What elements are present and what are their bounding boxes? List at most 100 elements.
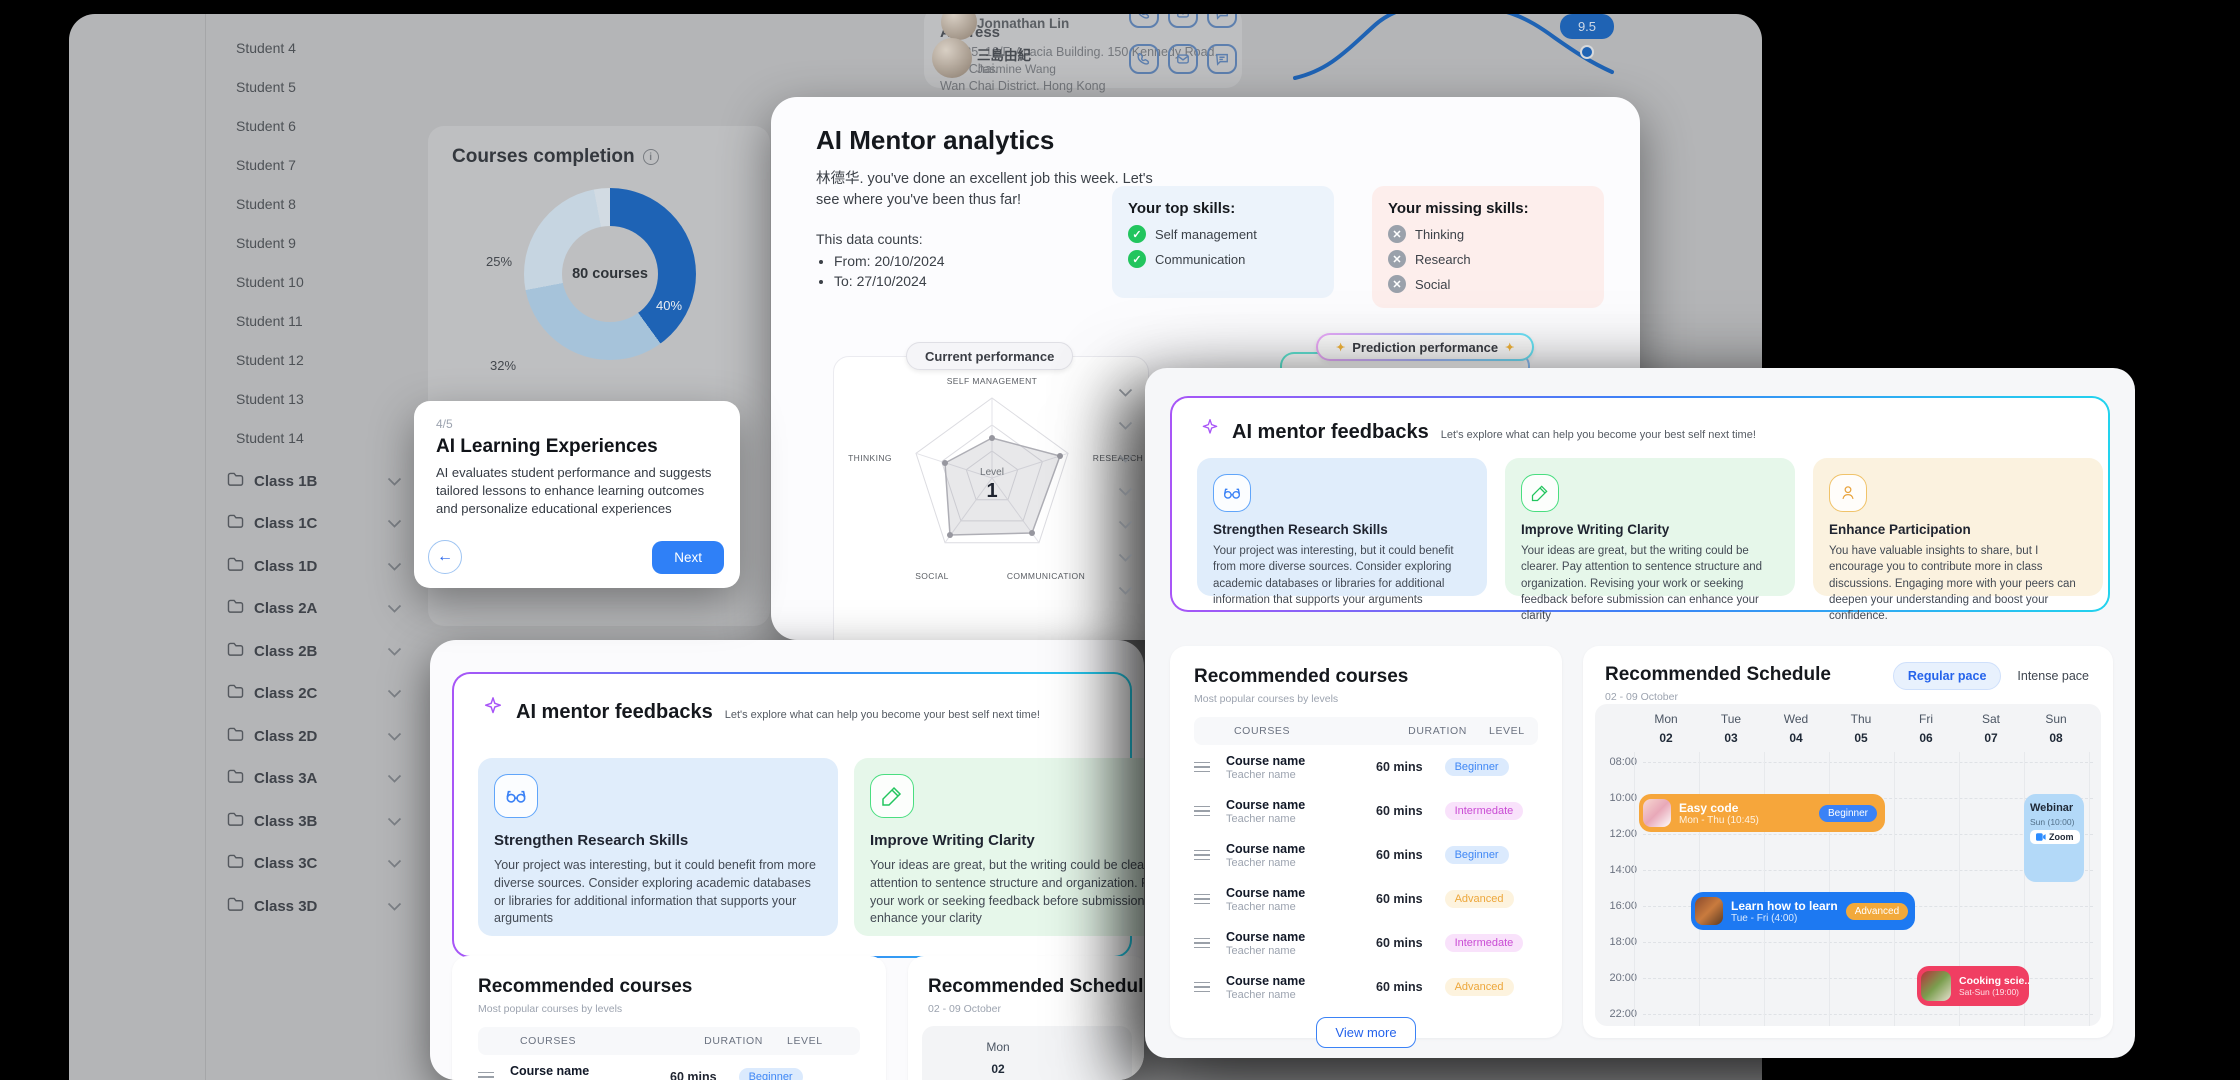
mail-icon[interactable] bbox=[1168, 44, 1198, 74]
back-arrow-button[interactable]: ← bbox=[428, 540, 462, 574]
phone-icon[interactable] bbox=[1129, 44, 1159, 74]
schedule-event-learn-how-to-learn[interactable]: Learn how to learnTue - Fri (4:00)Advanc… bbox=[1691, 892, 1915, 930]
sidebar-item-class[interactable]: Class 3C bbox=[227, 852, 402, 876]
sidebar-item-student[interactable]: Student 7 bbox=[236, 157, 296, 177]
sidebar-class-label: Class 3A bbox=[254, 770, 317, 787]
sidebar-item-class[interactable]: Class 1D bbox=[227, 554, 402, 578]
schedule-event-webinar[interactable]: WebinarSun (10:00)Zoom bbox=[2024, 794, 2084, 882]
next-button[interactable]: Next bbox=[652, 541, 724, 574]
sidebar-item-student[interactable]: Student 10 bbox=[236, 274, 304, 294]
folder-icon bbox=[227, 599, 244, 618]
missing-skill-item: ✕Research bbox=[1388, 250, 1588, 268]
sidebar-item-class[interactable]: Class 2C bbox=[227, 682, 402, 706]
mail-icon[interactable] bbox=[1168, 14, 1198, 28]
radar-axis-social: SOCIAL bbox=[915, 571, 949, 581]
zoom-button[interactable]: Zoom bbox=[2030, 830, 2080, 844]
course-duration: 60 mins bbox=[670, 1070, 717, 1080]
sidebar-item-class[interactable]: Class 1C bbox=[227, 512, 402, 536]
sidebar-item-student[interactable]: Student 5 bbox=[236, 79, 296, 99]
tab-prediction-performance[interactable]: ✦ Prediction performance ✦ bbox=[1316, 333, 1534, 361]
day-name: Sun bbox=[2024, 712, 2089, 726]
sidebar-item-student[interactable]: Student 12 bbox=[236, 352, 304, 372]
chat-icon[interactable] bbox=[1207, 14, 1237, 28]
sidebar-class-label: Class 1D bbox=[254, 558, 317, 575]
phone-icon[interactable] bbox=[1129, 14, 1159, 28]
chevron-down-icon[interactable] bbox=[387, 473, 402, 490]
chevron-down-icon[interactable] bbox=[387, 685, 402, 702]
sidebar-item-class[interactable]: Class 3B bbox=[227, 809, 402, 833]
chevron-down-icon[interactable] bbox=[387, 515, 402, 532]
chat-icon[interactable] bbox=[1207, 44, 1237, 74]
view-more-button[interactable]: View more bbox=[1316, 1017, 1415, 1048]
drag-handle-icon[interactable] bbox=[1194, 938, 1210, 949]
sidebar-item-student[interactable]: Student 6 bbox=[236, 118, 296, 138]
chevron-down-icon[interactable] bbox=[387, 855, 402, 872]
course-row[interactable]: Course nameTeacher name60 minsBeginner bbox=[478, 1055, 860, 1080]
sidebar-item-class[interactable]: Class 2A bbox=[227, 597, 402, 621]
sidebar-item-student[interactable]: Student 9 bbox=[236, 235, 296, 255]
chevron-down-icon[interactable] bbox=[387, 643, 402, 660]
drag-handle-icon[interactable] bbox=[1194, 894, 1210, 905]
grid-hline bbox=[1643, 1014, 2093, 1015]
sidebar-item-class[interactable]: Class 2D bbox=[227, 724, 402, 748]
chevron-down-icon[interactable] bbox=[387, 813, 402, 830]
chevron-down-icon[interactable] bbox=[1110, 487, 1140, 496]
recommended-courses-card: Recommended courses Most popular courses… bbox=[1170, 646, 1562, 1038]
courses-table-body: Course nameTeacher name60 minsBeginner bbox=[478, 1055, 860, 1080]
contact-actions-row1 bbox=[1129, 14, 1237, 28]
feedback-card-title: Strengthen Research Skills bbox=[1213, 522, 1471, 537]
sidebar-class-label: Class 3D bbox=[254, 898, 317, 915]
sidebar-item-class[interactable]: Class 2B bbox=[227, 639, 402, 663]
folder-icon bbox=[227, 642, 244, 661]
time-label: 12:00 bbox=[1597, 828, 1637, 840]
chevron-down-icon[interactable] bbox=[1110, 454, 1140, 463]
course-row[interactable]: Course nameTeacher name60 minsBeginner bbox=[1194, 833, 1538, 877]
ai-learning-tour-popup: 4/5 AI Learning Experiences AI evaluates… bbox=[414, 401, 740, 588]
day-date: 03 bbox=[1699, 731, 1764, 745]
chevron-down-icon[interactable] bbox=[387, 898, 402, 915]
course-row[interactable]: Course nameTeacher name60 minsBeginner bbox=[1194, 745, 1538, 789]
day-name: Wed bbox=[1764, 712, 1829, 726]
info-icon[interactable]: i bbox=[643, 149, 659, 165]
chevron-down-icon[interactable] bbox=[1110, 553, 1140, 562]
sidebar-item-student[interactable]: Student 4 bbox=[236, 40, 296, 60]
course-name: Course name bbox=[510, 1063, 670, 1079]
chevron-down-icon[interactable] bbox=[1110, 421, 1140, 430]
schedule-event-cooking-scie-[interactable]: Cooking scie...Sat-Sun (19:00) bbox=[1917, 966, 2029, 1006]
schedule-event-easy-code[interactable]: Easy codeMon - Thu (10:45)Beginner bbox=[1639, 794, 1885, 832]
sidebar-item-class[interactable]: Class 3D bbox=[227, 894, 402, 918]
sidebar-item-student[interactable]: Student 11 bbox=[236, 313, 303, 333]
chevron-down-icon[interactable] bbox=[387, 558, 402, 575]
chevron-down-icon[interactable] bbox=[1110, 520, 1140, 529]
tab-current-performance[interactable]: Current performance bbox=[906, 342, 1073, 370]
sidebar-item-student[interactable]: Student 8 bbox=[236, 196, 296, 216]
chevron-down-icon[interactable] bbox=[387, 770, 402, 787]
sidebar-class-label: Class 2A bbox=[254, 600, 317, 617]
day-name: Tue bbox=[1699, 712, 1764, 726]
chevron-down-icon[interactable] bbox=[1110, 388, 1140, 397]
sidebar-item-student[interactable]: Student 13 bbox=[236, 391, 304, 411]
sidebar-item-class[interactable]: Class 1B bbox=[227, 469, 402, 493]
regular-pace-toggle[interactable]: Regular pace bbox=[1893, 662, 2002, 690]
course-row[interactable]: Course nameTeacher name60 minsAdvanced bbox=[1194, 965, 1538, 1009]
course-row[interactable]: Course nameTeacher name60 minsAdvanced bbox=[1194, 877, 1538, 921]
donut-center-label: 80 courses bbox=[562, 226, 658, 322]
radar-axis-self-management: SELF MANAGEMENT bbox=[947, 376, 1038, 386]
analytics-title: AI Mentor analytics bbox=[816, 125, 1054, 156]
drag-handle-icon[interactable] bbox=[478, 1072, 494, 1080]
sidebar-item-student[interactable]: Student 14 bbox=[236, 430, 304, 450]
folder-icon bbox=[227, 727, 244, 746]
intense-pace-toggle[interactable]: Intense pace bbox=[2007, 663, 2099, 689]
day-name: Fri bbox=[1894, 712, 1959, 726]
drag-handle-icon[interactable] bbox=[1194, 850, 1210, 861]
drag-handle-icon[interactable] bbox=[1194, 806, 1210, 817]
drag-handle-icon[interactable] bbox=[1194, 982, 1210, 993]
course-row[interactable]: Course nameTeacher name60 minsIntermedat… bbox=[1194, 789, 1538, 833]
chevron-down-icon[interactable] bbox=[387, 600, 402, 617]
feedbacks-subtitle: Let's explore what can help you become y… bbox=[725, 709, 1040, 721]
chevron-down-icon[interactable] bbox=[1110, 586, 1140, 595]
chevron-down-icon[interactable] bbox=[387, 728, 402, 745]
course-row[interactable]: Course nameTeacher name60 minsIntermedat… bbox=[1194, 921, 1538, 965]
sidebar-item-class[interactable]: Class 3A bbox=[227, 767, 402, 791]
drag-handle-icon[interactable] bbox=[1194, 762, 1210, 773]
